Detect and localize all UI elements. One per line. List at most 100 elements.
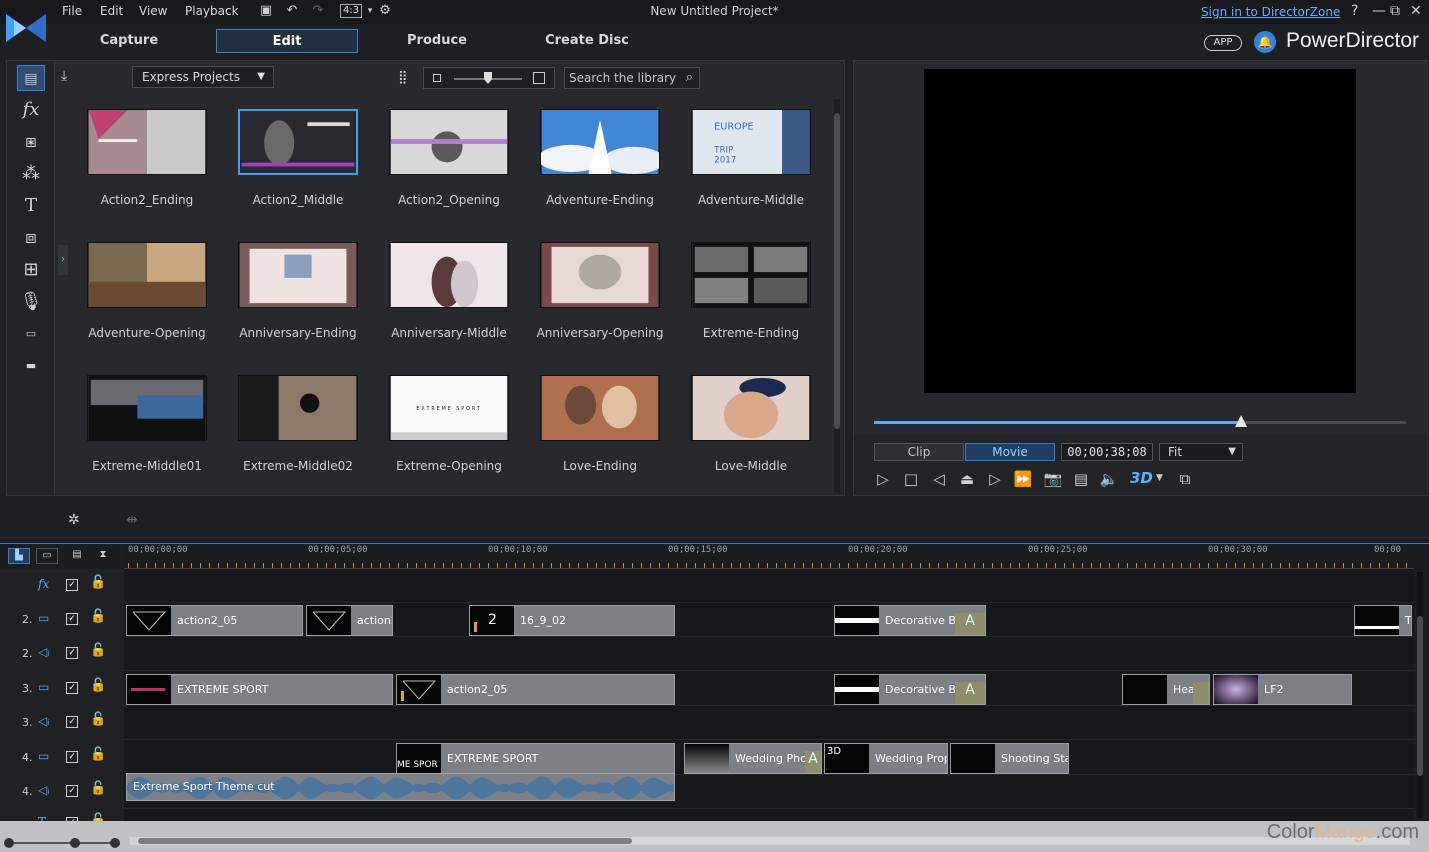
timeline-vertical-scrollbar[interactable]	[1417, 572, 1423, 818]
timeline-horizontal-scrollbar-thumb[interactable]	[138, 838, 632, 844]
chevron-down-icon[interactable]: ▼	[1156, 473, 1163, 483]
library-scrollbar[interactable]	[834, 99, 840, 493]
transition-room-icon[interactable]: ⧈	[17, 225, 45, 251]
chevron-down-icon[interactable]: ▾	[362, 3, 378, 19]
timeline-clip[interactable]: EXTREME SPORT	[126, 674, 393, 705]
import-media-icon[interactable]: ⤓	[61, 68, 81, 86]
lock-icon[interactable]: 🔓	[90, 575, 106, 590]
snapshot-camera-icon[interactable]: 📷	[1042, 469, 1064, 489]
lock-icon[interactable]: 🔓	[90, 712, 106, 727]
subtitle-room-icon[interactable]: ▬	[17, 353, 45, 379]
tab-edit[interactable]: Edit	[216, 29, 358, 53]
previous-frame-icon[interactable]: ◁	[928, 469, 950, 489]
library-search-input[interactable]: Search the library ⌕	[564, 67, 700, 89]
sign-in-link[interactable]: Sign in to DirectorZone	[1201, 5, 1340, 19]
timeline-clip[interactable]: Shooting Star	[950, 743, 1069, 774]
gear-icon[interactable]: ⚙	[377, 3, 393, 19]
movie-mode-button[interactable]: Movie	[965, 443, 1055, 461]
library-item[interactable]: Anniversary-Ending	[228, 242, 368, 370]
app-button[interactable]: APP	[1204, 35, 1242, 51]
track-enable-checkbox[interactable]: ✓	[66, 716, 78, 728]
zoom-slider-thumb[interactable]	[70, 838, 80, 848]
stop-icon[interactable]: □	[900, 469, 922, 489]
undo-icon[interactable]: ↶	[284, 3, 300, 19]
lane-video-2[interactable]: action2_05 action2 2 16_9_02 Decorative …	[124, 603, 1414, 637]
menu-view[interactable]: View	[139, 4, 167, 18]
aspect-ratio-selector[interactable]: 4:3	[340, 4, 363, 18]
lane-audio-2[interactable]	[124, 637, 1414, 671]
library-item[interactable]: Anniversary-Opening	[530, 242, 670, 370]
markers-icon[interactable]: ⧗	[92, 548, 114, 564]
library-item[interactable]: EUROPE TRIP 2017 Adventure-Middle	[681, 109, 821, 237]
save-icon[interactable]: ▣	[258, 3, 274, 19]
timecode-display[interactable]: 00;00;38;08	[1061, 443, 1153, 461]
next-frame-icon[interactable]: ▷	[984, 469, 1006, 489]
library-scrollbar-thumb[interactable]	[834, 113, 840, 429]
timeline-vertical-scrollbar-thumb[interactable]	[1417, 616, 1423, 776]
minimize-icon[interactable]: —	[1372, 3, 1386, 19]
help-icon[interactable]: ?	[1351, 3, 1358, 19]
timeline-clip[interactable]: action2_05	[396, 674, 675, 705]
tab-produce[interactable]: Produce	[366, 29, 508, 53]
magic-tools-icon[interactable]: ✲	[68, 512, 80, 528]
lane-video-4[interactable]: ME SPOR EXTREME SPORT Wedding Pho A 3D W…	[124, 741, 1414, 775]
timeline-clip[interactable]: LF2	[1213, 674, 1352, 705]
slider-thumb[interactable]	[484, 72, 492, 84]
lane-fx[interactable]	[124, 569, 1414, 603]
track-enable-checkbox[interactable]: ✓	[66, 647, 78, 659]
timeline-clip[interactable]: Decorative Bo A	[834, 674, 986, 705]
play-icon[interactable]: ▷	[872, 469, 894, 489]
track-enable-checkbox[interactable]: ✓	[66, 751, 78, 763]
3d-mode-button[interactable]: 3D	[1130, 469, 1153, 487]
lane-audio-3[interactable]	[124, 706, 1414, 740]
preview-quality-icon[interactable]: ▤	[1070, 469, 1092, 489]
track-enable-checkbox[interactable]: ✓	[66, 682, 78, 694]
library-item[interactable]: EXTREME SPORT Extreme-Opening	[379, 375, 519, 503]
zoom-out-icon[interactable]	[4, 838, 14, 848]
clip-mode-button[interactable]: Clip	[874, 443, 964, 461]
timeline-clip[interactable]: Wedding Pho A	[684, 743, 822, 774]
library-category-select[interactable]: Express Projects ▼	[132, 66, 274, 88]
lane-video-3[interactable]: EXTREME SPORT action2_05 Decorative Bo A…	[124, 672, 1414, 706]
library-item[interactable]: Love-Ending	[530, 375, 670, 503]
fast-forward-icon[interactable]: ⏩	[1012, 469, 1034, 489]
expand-sidebar-arrow-icon[interactable]: ›	[58, 245, 68, 275]
timeline-clip[interactable]: action2	[306, 605, 393, 636]
zoom-in-icon[interactable]	[110, 838, 120, 848]
track-enable-checkbox[interactable]: ✓	[66, 785, 78, 797]
search-icon[interactable]: ⌕	[686, 68, 693, 88]
lock-icon[interactable]: 🔓	[90, 747, 106, 762]
lock-icon[interactable]: 🔓	[90, 643, 106, 658]
undock-preview-icon[interactable]: ⧉	[1174, 469, 1196, 489]
library-item[interactable]: Adventure-Opening	[77, 242, 217, 370]
volume-icon[interactable]: 🔈	[1098, 469, 1120, 489]
library-item[interactable]: Adventure-Ending	[530, 109, 670, 237]
title-room-icon[interactable]: T	[17, 193, 45, 219]
lock-icon[interactable]: 🔓	[90, 678, 106, 693]
library-item[interactable]: Anniversary-Middle	[379, 242, 519, 370]
grid-view-icon[interactable]: ⣿	[398, 70, 408, 85]
restore-icon[interactable]: ⧉	[1390, 3, 1400, 19]
tab-capture[interactable]: Capture	[58, 29, 200, 53]
storyboard-view-icon[interactable]: ▭	[36, 548, 58, 564]
audio-mixing-room-icon[interactable]: ⊞	[17, 257, 45, 283]
menu-edit[interactable]: Edit	[100, 4, 123, 18]
audio-clip[interactable]: Extreme Sport Theme cut	[126, 773, 675, 801]
library-item[interactable]: Extreme-Middle02	[228, 375, 368, 503]
library-item[interactable]: Love-Middle	[681, 375, 821, 503]
preview-zoom-select[interactable]: Fit ▼	[1159, 443, 1243, 461]
media-room-icon[interactable]: ▤	[17, 65, 45, 91]
split-icon[interactable]: ⏏	[956, 469, 978, 489]
timeline-clip[interactable]: ME SPOR EXTREME SPORT	[396, 743, 675, 774]
library-item[interactable]: Action2_Ending	[77, 109, 217, 237]
timeline-clip[interactable]: 2 16_9_02	[469, 605, 675, 636]
tab-create-disc[interactable]: Create Disc	[516, 29, 658, 53]
menu-playback[interactable]: Playback	[185, 4, 239, 18]
timeline-clip[interactable]: action2_05	[126, 605, 303, 636]
timeline-zoom-slider[interactable]	[0, 834, 124, 852]
thumbnail-size-slider[interactable]	[423, 67, 555, 89]
chapter-room-icon[interactable]: ▭	[17, 321, 45, 347]
timeline-clip[interactable]: Decorative Bo A	[834, 605, 986, 636]
timeline-horizontal-scrollbar[interactable]	[130, 837, 1410, 845]
notification-bell-icon[interactable]: 🔔	[1254, 31, 1276, 53]
